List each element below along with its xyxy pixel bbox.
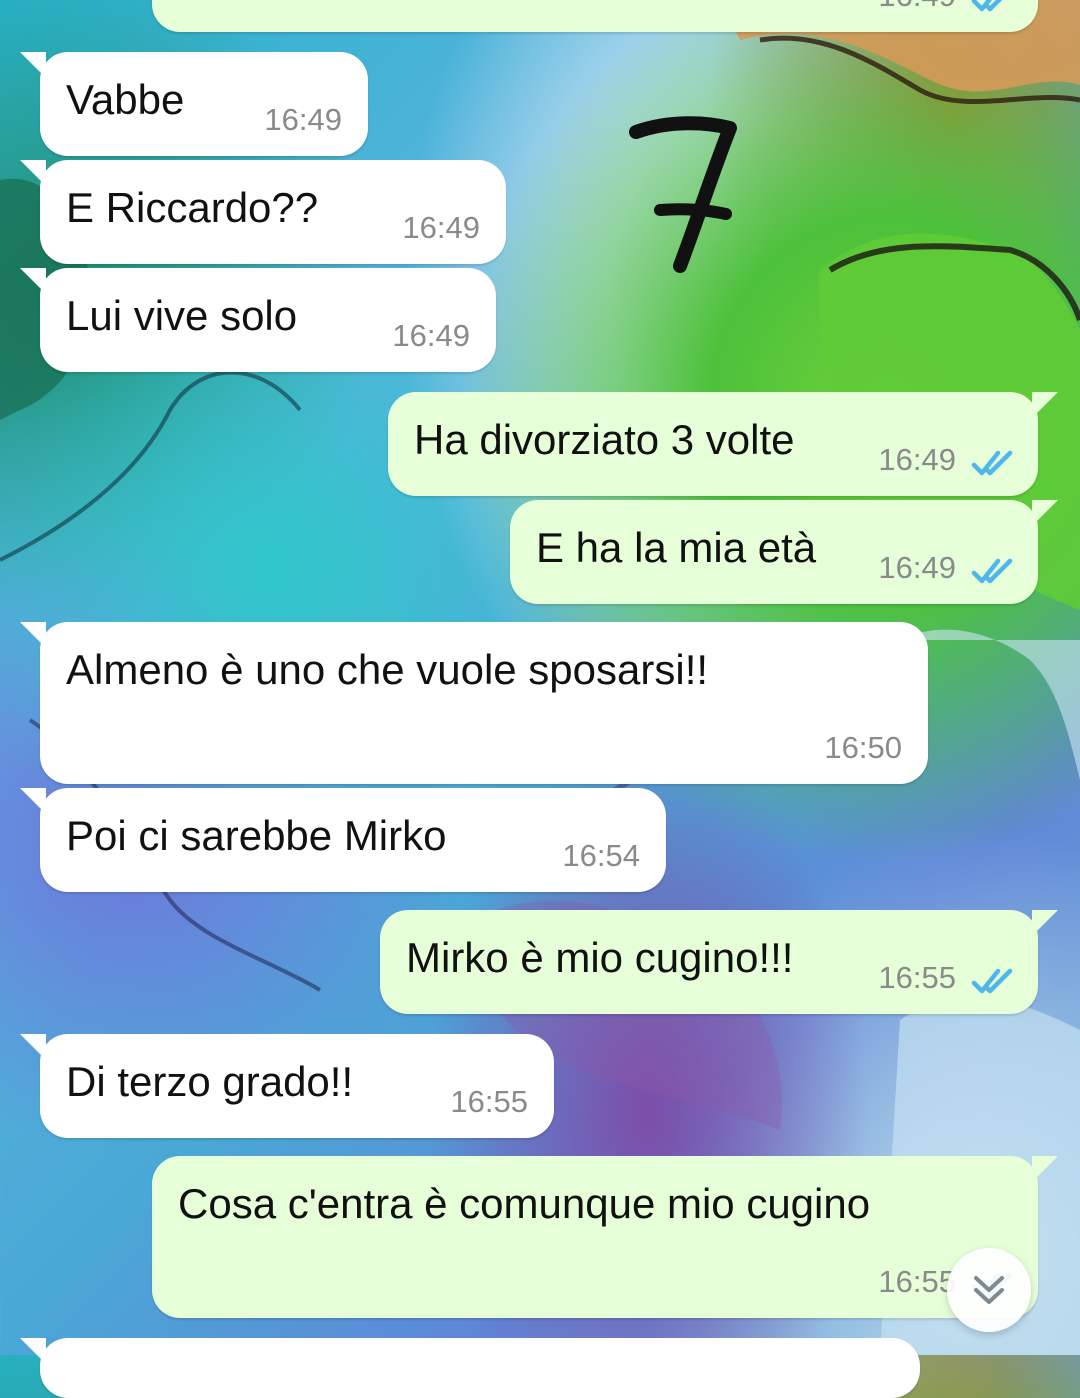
message-bubble-incoming[interactable]: Vabbe 16:49 [20, 52, 368, 156]
message-time: 16:54 [562, 838, 640, 874]
message-text: Vabbe [66, 76, 185, 123]
message-text: Mirko è mio cugino!!! [406, 934, 794, 981]
message-time: 16:55 [878, 960, 956, 996]
message-time: 16:55 [450, 1084, 528, 1120]
message-text: Di terzo grado!! [66, 1058, 354, 1105]
message-time: 16:49 [878, 550, 956, 586]
message-time: 16:49 [878, 0, 956, 14]
message-time: 16:49 [402, 210, 480, 246]
message-bubble-outgoing[interactable]: Cosa c'entra è comunque mio cugino 16:55 [152, 1156, 1058, 1318]
message-text: E ha la mia età [536, 524, 817, 571]
message-bubble-incoming[interactable]: Lui vive solo 16:49 [20, 268, 496, 372]
handwritten-seven-mark [629, 116, 737, 273]
message-bubble-incoming[interactable] [20, 1338, 920, 1398]
message-bubble-incoming[interactable]: E Riccardo?? 16:49 [20, 160, 506, 264]
message-bubble-incoming[interactable]: Almeno è uno che vuole sposarsi!! 16:50 [20, 622, 928, 784]
message-bubble-outgoing[interactable]: Mirko è mio cugino!!! 16:55 [380, 910, 1058, 1014]
chevron-double-down-icon [974, 1276, 1004, 1304]
message-bubble-outgoing[interactable]: 16:49 [152, 0, 1038, 32]
message-bubble-outgoing[interactable]: E ha la mia età 16:49 [510, 500, 1058, 604]
message-text: Lui vive solo [66, 292, 298, 339]
message-bubble-incoming[interactable]: Di terzo grado!! 16:55 [20, 1034, 554, 1138]
message-time: 16:50 [824, 730, 902, 766]
message-text: Ha divorziato 3 volte [414, 416, 795, 463]
message-text: Poi ci sarebbe Mirko [66, 812, 447, 859]
message-text: Almeno è uno che vuole sposarsi!! [66, 646, 709, 693]
message-time: 16:49 [878, 442, 956, 478]
read-receipt-icon [971, 968, 1013, 994]
scroll-to-bottom-button[interactable] [947, 1248, 1031, 1332]
message-time: 16:49 [264, 102, 342, 138]
message-text: E Riccardo?? [66, 184, 319, 231]
read-receipt-icon [971, 558, 1013, 584]
message-time: 16:55 [878, 1264, 956, 1300]
message-bubble-incoming[interactable]: Poi ci sarebbe Mirko 16:54 [20, 788, 666, 892]
message-time: 16:49 [392, 318, 470, 354]
read-receipt-icon [971, 450, 1013, 476]
read-receipt-icon [971, 0, 1003, 12]
message-bubble-outgoing[interactable]: Ha divorziato 3 volte 16:49 [388, 392, 1058, 496]
message-text: Cosa c'entra è comunque mio cugino [178, 1180, 871, 1227]
